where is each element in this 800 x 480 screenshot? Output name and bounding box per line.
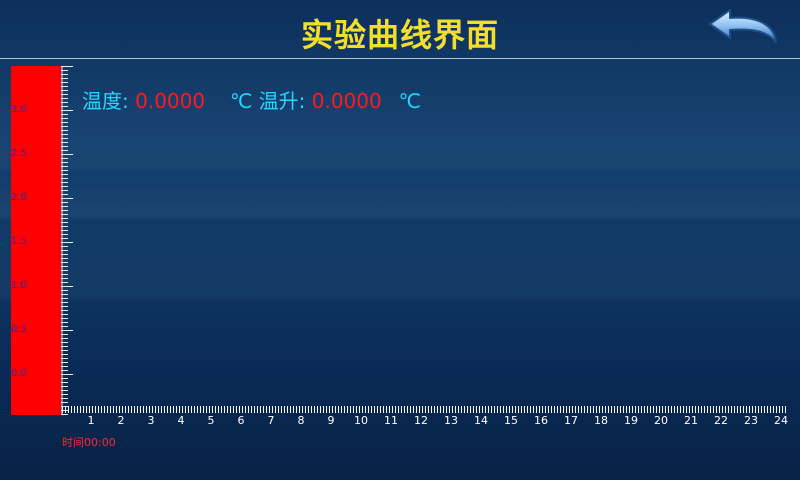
back-arrow-icon bbox=[709, 9, 777, 43]
x-axis-label: 2 bbox=[117, 414, 125, 427]
x-axis-label: 8 bbox=[297, 414, 305, 427]
rise-unit: ℃ bbox=[398, 89, 421, 113]
back-button[interactable] bbox=[706, 8, 780, 52]
x-axis-label: 11 bbox=[384, 414, 398, 427]
y-axis-label: 1.0 bbox=[11, 280, 27, 291]
x-axis-label: 1 bbox=[87, 414, 95, 427]
x-axis-label: 24 bbox=[774, 414, 788, 427]
x-axis-label: 23 bbox=[744, 414, 758, 427]
y-axis-label: 0.0 bbox=[11, 368, 27, 379]
x-axis-label: 6 bbox=[237, 414, 245, 427]
x-axis-label: 10 bbox=[354, 414, 368, 427]
page-title: 实验曲线界面 bbox=[300, 16, 499, 54]
x-axis-label: 14 bbox=[474, 414, 488, 427]
x-axis-label: 22 bbox=[714, 414, 728, 427]
y-axis-label: 3.0 bbox=[11, 104, 27, 115]
y-axis-label: 0.5 bbox=[11, 324, 27, 335]
y-axis-label: 1.5 bbox=[11, 236, 27, 247]
x-axis-label: 17 bbox=[564, 414, 578, 427]
y-axis-ticks bbox=[61, 66, 73, 415]
x-axis-label: 13 bbox=[444, 414, 458, 427]
temp-label: 温度: bbox=[82, 89, 129, 113]
rise-label: 温升: bbox=[258, 89, 306, 113]
x-axis-label: 20 bbox=[654, 414, 668, 427]
x-axis-label: 21 bbox=[684, 414, 698, 427]
temp-unit: ℃ bbox=[229, 89, 253, 113]
x-axis-label: 3 bbox=[147, 414, 155, 427]
x-axis-label: 16 bbox=[534, 414, 548, 427]
header-bar: 实验曲线界面 bbox=[0, 0, 800, 59]
x-axis-label: 9 bbox=[327, 414, 335, 427]
rise-value: 0.0000 bbox=[311, 89, 382, 113]
x-axis-label: 7 bbox=[267, 414, 275, 427]
x-axis-label: 19 bbox=[624, 414, 638, 427]
y-axis-label: 2.5 bbox=[11, 148, 27, 159]
x-axis-label: 12 bbox=[414, 414, 428, 427]
time-label: 时间00:00 bbox=[62, 436, 116, 449]
readout-line: 温度: 0.0000 ℃ 温升: 0.0000 ℃ bbox=[82, 85, 421, 114]
temp-value: 0.0000 bbox=[135, 89, 206, 113]
x-axis-label: 18 bbox=[594, 414, 608, 427]
x-axis-label: 5 bbox=[207, 414, 215, 427]
x-axis-label: 15 bbox=[504, 414, 518, 427]
x-axis-label: 4 bbox=[177, 414, 185, 427]
y-axis-label: 2.0 bbox=[11, 192, 27, 203]
